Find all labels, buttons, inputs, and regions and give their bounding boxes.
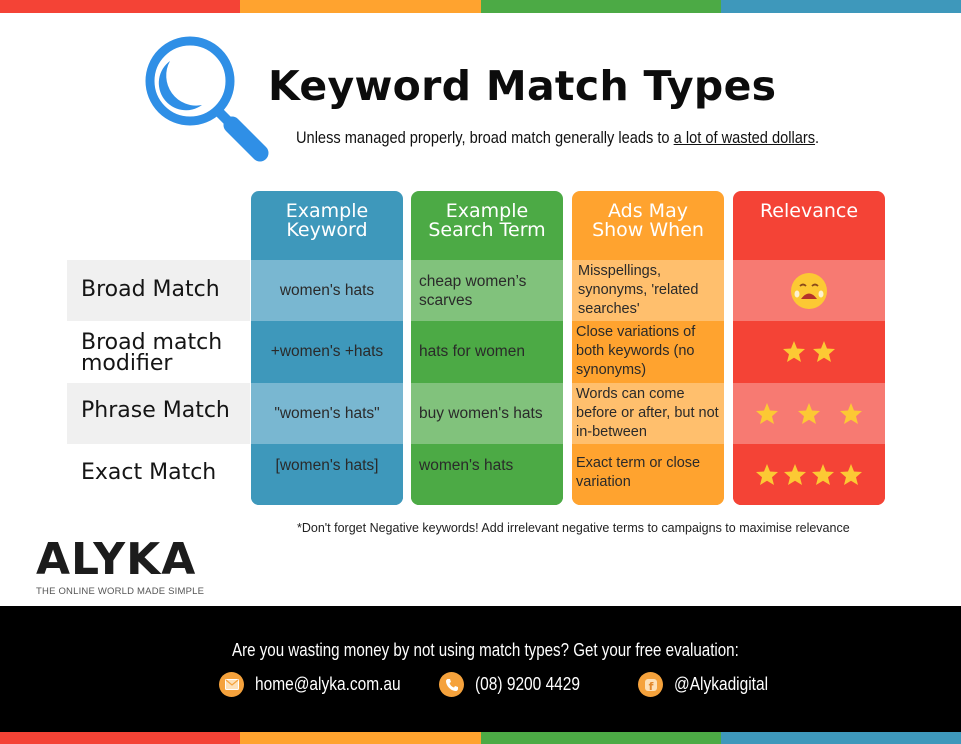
crying-face-icon (791, 272, 827, 309)
star-icon (840, 463, 862, 485)
stripe-orange (240, 0, 481, 13)
stripe-green (480, 732, 721, 744)
column-header: Example Search Term (411, 191, 563, 260)
header-line: Keyword (286, 219, 368, 241)
row-label-broad-match: Broad Match (81, 277, 220, 302)
table-cell: +women's +hats (251, 321, 403, 383)
footer: Are you wasting money by not using match… (0, 606, 961, 732)
column-relevance: Relevance (733, 191, 885, 505)
column-header: Relevance (733, 191, 885, 260)
stripe-orange (240, 732, 481, 744)
table-cell: women's hats (411, 443, 563, 505)
phone-icon (439, 672, 464, 697)
subtitle-suffix: . (815, 128, 820, 147)
magnifier-icon (145, 36, 269, 162)
relevance-cell (733, 321, 885, 383)
contact-phone[interactable]: (08) 9200 4429 (439, 672, 597, 697)
negative-keywords-note: *Don't forget Negative keywords! Add irr… (297, 521, 850, 535)
stripe-blue (720, 0, 961, 13)
star-icon (840, 402, 862, 424)
page-subtitle: Unless managed properly, broad match gen… (296, 128, 819, 148)
table-cell: cheap women’s scarves (411, 260, 563, 322)
top-color-stripe (0, 0, 961, 13)
star-icon (783, 341, 805, 363)
table-cell: "women's hats" (251, 382, 403, 444)
relevance-cell (733, 443, 885, 505)
table-cell: buy women's hats (411, 382, 563, 444)
subtitle-text: Unless managed properly, broad match gen… (296, 128, 674, 147)
contact-email[interactable]: home@alyka.com.au (219, 672, 424, 697)
contact-facebook[interactable]: f @Alykadigital (638, 672, 783, 697)
contact-email-text[interactable]: home@alyka.com.au (255, 674, 401, 695)
table-cell: [women's hats] (251, 443, 403, 505)
column-example-search-term: Example Search Term cheap women’s scarves… (411, 191, 563, 505)
table-cell: Exact term or close variation (572, 443, 724, 505)
table-cell: Close variations of both keywords (no sy… (572, 321, 724, 383)
brand-logo: ALYKA (36, 534, 197, 585)
relevance-cell (733, 260, 885, 322)
footer-cta: Are you wasting money by not using match… (232, 640, 739, 660)
table-cell: Words can come before or after, but not … (572, 382, 724, 444)
column-ads-may-show-when: Ads May Show When Misspellings, synonyms,… (572, 191, 724, 505)
row-label-text: Broad match (81, 330, 223, 355)
star-icon (813, 341, 835, 363)
row-label-phrase-match: Phrase Match (81, 398, 230, 423)
header-line: Search Term (428, 219, 546, 241)
star-icon (756, 402, 778, 424)
header-line: Show When (592, 219, 704, 241)
contact-facebook-text[interactable]: @Alykadigital (674, 674, 768, 695)
table-cell: hats for women (411, 321, 563, 383)
brand-tagline: THE ONLINE WORLD MADE SIMPLE (36, 586, 205, 597)
star-icon (756, 463, 778, 485)
relevance-cell (733, 382, 885, 444)
stripe-blue (720, 732, 961, 744)
star-icon (798, 402, 820, 424)
stripe-red (0, 732, 241, 744)
stripe-red (0, 0, 241, 13)
row-label-text: Broad Match (81, 277, 220, 302)
bottom-color-stripe (0, 732, 961, 744)
contact-phone-text[interactable]: (08) 9200 4429 (475, 674, 580, 695)
header-line: Relevance (759, 200, 859, 222)
stripe-green (480, 0, 721, 13)
star-icon (812, 463, 834, 485)
svg-text:f: f (648, 680, 653, 692)
row-label-exact-match: Exact Match (81, 460, 217, 485)
row-label-text: Phrase Match (81, 398, 230, 423)
table-cell: women's hats (251, 260, 403, 322)
star-icon (784, 463, 806, 485)
facebook-icon: f (638, 672, 663, 697)
row-label-text: modifier (81, 351, 173, 376)
row-label-text: Exact Match (81, 460, 217, 485)
page-title: Keyword Match Types (268, 62, 777, 110)
email-icon (219, 672, 244, 697)
row-label-broad-match-modifier: Broad match modifier (81, 330, 223, 376)
column-example-keyword: Example Keyword women's hats +women's +ha… (251, 191, 403, 505)
column-header: Example Keyword (251, 191, 403, 260)
table-cell: Misspellings, synonyms, 'related searche… (572, 260, 724, 322)
subtitle-emphasis: a lot of wasted dollars (673, 128, 816, 147)
column-header: Ads May Show When (572, 191, 724, 260)
